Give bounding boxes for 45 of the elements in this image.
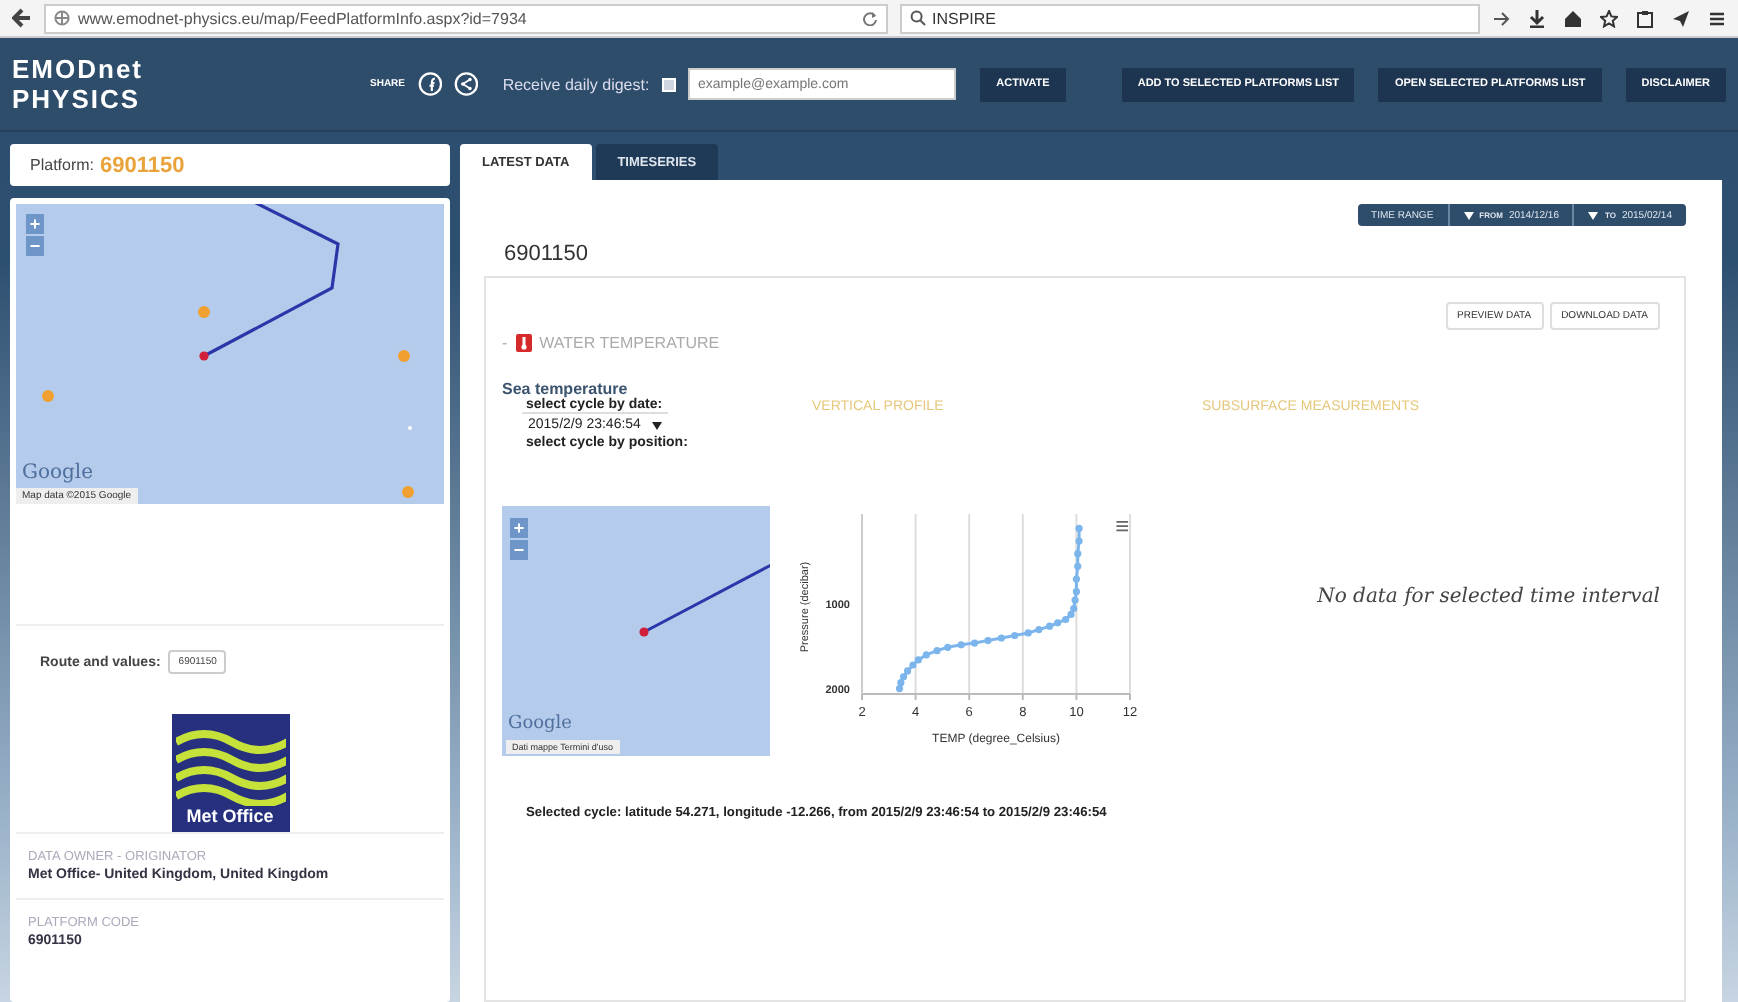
- menu-icon[interactable]: [1708, 9, 1726, 27]
- data-point: [1074, 537, 1082, 545]
- data-point: [970, 639, 978, 647]
- data-point: [1010, 631, 1018, 640]
- section-title: WATER TEMPERATURE: [539, 334, 720, 352]
- send-icon[interactable]: [1672, 9, 1690, 27]
- star-icon[interactable]: [1600, 9, 1618, 27]
- caret-icon: [1588, 211, 1599, 219]
- map-logo: Google: [22, 462, 94, 484]
- address-bar[interactable]: www.emodnet-physics.eu/map/FeedPlatformInfo.aspx?id=7934: [44, 3, 888, 33]
- map-logo: Google: [508, 714, 572, 734]
- data-point: [1023, 629, 1031, 637]
- data-point: [1072, 575, 1080, 583]
- platform-label: Platform:: [30, 156, 95, 174]
- download-icon[interactable]: [1528, 9, 1546, 27]
- home-icon[interactable]: [1564, 9, 1582, 27]
- search-field[interactable]: INSPIRE: [900, 3, 1480, 33]
- platform-code: 6901150: [100, 153, 185, 177]
- share-icon[interactable]: [453, 70, 479, 98]
- data-point: [1073, 550, 1081, 558]
- back-arrow-icon[interactable]: [12, 8, 32, 28]
- arrow-right-icon[interactable]: [1492, 9, 1510, 27]
- clipboard-icon[interactable]: [1636, 9, 1654, 27]
- parameter-name: Sea temperature: [502, 380, 629, 398]
- caret-icon: [1463, 211, 1474, 219]
- caret-icon: [652, 421, 663, 429]
- site-logo: EMODnet PHYSICS: [12, 54, 145, 114]
- facebook-icon[interactable]: [417, 70, 442, 98]
- thermometer-icon: [515, 334, 532, 352]
- data-point: [1034, 626, 1042, 634]
- no-data-message: No data for selected time interval: [1317, 586, 1660, 608]
- data-point: [1073, 562, 1081, 570]
- data-point: [943, 643, 951, 651]
- data-point: [1074, 524, 1082, 533]
- digest-label: Receive daily digest:: [502, 75, 650, 93]
- data-point: [996, 634, 1005, 642]
- met-office-logo: Met Office: [171, 714, 289, 832]
- globe-icon: [54, 10, 70, 26]
- chart-menu-button[interactable]: ≡: [1115, 514, 1130, 538]
- data-point: [983, 636, 991, 645]
- platform-title: 6901150: [504, 242, 591, 266]
- search-icon: [910, 10, 926, 26]
- digest-checkbox[interactable]: [661, 77, 677, 91]
- reload-icon[interactable]: [862, 10, 878, 26]
- data-point: [956, 641, 964, 649]
